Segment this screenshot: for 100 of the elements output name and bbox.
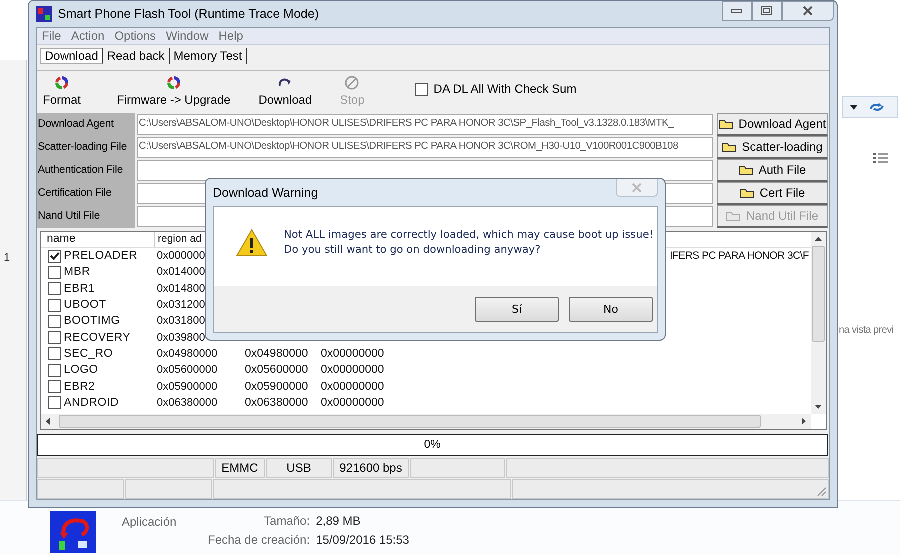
- checkbox[interactable]: [48, 347, 61, 360]
- table-cell-text: 0x00000000: [321, 396, 386, 409]
- field-label: Nand Util File: [37, 205, 135, 228]
- partition-name: BOOTIMG: [64, 315, 120, 328]
- folder-icon: [738, 164, 755, 176]
- left-arrow-icon: [45, 417, 51, 426]
- partition-name: RECOVERY: [64, 332, 131, 344]
- resize-grip-icon: [817, 487, 827, 497]
- folder-icon: [718, 118, 735, 130]
- status-cell: EMMC: [215, 458, 265, 478]
- up-arrow-icon: [814, 236, 823, 242]
- column-header[interactable]: name: [41, 232, 155, 247]
- no-button[interactable]: No: [569, 296, 653, 322]
- close-icon: [631, 182, 643, 192]
- checkbox[interactable]: [48, 266, 61, 279]
- menu-item[interactable]: Help: [218, 29, 244, 43]
- folder-icon: [726, 210, 742, 222]
- upgrade-button[interactable]: Firmware -> Upgrade: [117, 75, 231, 107]
- field-label: Download Agent: [37, 113, 135, 136]
- list-number: 1: [4, 252, 10, 264]
- menu-item[interactable]: Action: [71, 29, 105, 43]
- checkbox[interactable]: [48, 331, 61, 344]
- check-icon: [49, 250, 60, 262]
- table-cell-text: IFERS PC PARA HONOR 3C\F: [670, 250, 810, 262]
- partition-name: EBR2: [64, 380, 96, 393]
- table-cell-text: 0x031200: [156, 299, 206, 312]
- table-cell-text: 0x00000000: [321, 348, 386, 360]
- checkbox[interactable]: [48, 396, 61, 410]
- maximize-icon: [761, 6, 773, 16]
- maximize-button[interactable]: [752, 1, 782, 21]
- circular-arrows-icon: [54, 75, 70, 91]
- path-field[interactable]: C:\Users\ABSALOM-UNO\Desktop\HONOR ULISES\DRIFERS PC PARA HONOR 3C\SP_Flash_Tool_v3.1328.0.183\MTK_: [137, 114, 713, 135]
- tab[interactable]: Read back: [103, 48, 170, 64]
- table-cell-text: 0x000000: [156, 250, 206, 262]
- checkbox[interactable]: [48, 364, 61, 377]
- table-cell-text: 0x031800: [156, 315, 206, 328]
- folder-icon: [740, 188, 756, 198]
- tab[interactable]: Download: [40, 48, 104, 64]
- checkbox[interactable]: [48, 282, 61, 296]
- field-label: Certification File: [37, 182, 135, 205]
- circular-arrows-icon: [166, 75, 182, 91]
- browse-button[interactable]: Auth File: [717, 159, 828, 182]
- vertical-scrollbar[interactable]: [811, 232, 826, 414]
- partition-name: EBR1: [64, 282, 96, 295]
- checkbox-label: DA DL All With Check Sum: [434, 82, 577, 96]
- table-cell-text: 0x05900000: [156, 380, 219, 393]
- table-cell-text: 0x039800: [156, 332, 206, 344]
- status-cell: 921600 bps: [333, 458, 409, 478]
- browse-button[interactable]: Scatter-loading: [717, 136, 828, 159]
- table-cell-text: 0x06380000: [156, 396, 219, 409]
- detail-value: 15/09/2016 15:53: [316, 533, 410, 547]
- path-field[interactable]: C:\Users\ABSALOM-UNO\Desktop\HONOR ULISES\DRIFERS PC PARA HONOR 3C\ROM_H30-U10_V100R001C900B108: [137, 137, 713, 158]
- table-cell-text: 0x05600000: [245, 364, 310, 376]
- dialog-title: Download Warning: [213, 186, 318, 200]
- menu-item[interactable]: Options: [114, 29, 156, 43]
- checkbox[interactable]: [414, 82, 428, 96]
- minimize-button[interactable]: [722, 1, 752, 21]
- table-cell-text: 0x00000000: [321, 380, 386, 393]
- table-cell-text: 0x014000: [156, 266, 206, 278]
- partition-name: MBR: [64, 266, 90, 278]
- browse-button[interactable]: Cert File: [717, 182, 828, 205]
- download-button[interactable]: Download: [258, 75, 312, 107]
- table-cell-text: 0x04980000: [156, 348, 219, 360]
- view-icon: [872, 152, 890, 164]
- message-text: Not ALL images are correctly loaded, which may cause boot up issue!: [284, 228, 654, 243]
- warning-icon: [236, 228, 268, 258]
- folder-icon: [722, 142, 738, 152]
- refresh-icon: [869, 100, 885, 114]
- horizontal-scrollbar[interactable]: [41, 414, 811, 429]
- close-icon: [802, 6, 814, 16]
- checkbox[interactable]: [48, 298, 61, 312]
- field-label: Scatter-loading File: [37, 136, 135, 159]
- down-arrow-icon: [814, 404, 823, 410]
- tab[interactable]: Memory Test: [170, 48, 248, 64]
- yes-button[interactable]: Sí: [475, 296, 559, 322]
- menu-item[interactable]: File: [42, 29, 62, 43]
- format-button[interactable]: Format: [43, 75, 82, 107]
- preview-hint: na vista previ: [839, 325, 894, 336]
- app-icon: [50, 511, 96, 553]
- partition-name: ANDROID: [64, 396, 120, 409]
- partition-name: SEC_RO: [64, 348, 114, 360]
- table-cell-text: 0x05600000: [156, 364, 219, 376]
- progress-text: 0%: [424, 439, 441, 451]
- close-button[interactable]: [782, 1, 834, 21]
- table-cell-text: 0x05900000: [245, 380, 310, 393]
- table-cell-text: 0x06380000: [245, 396, 310, 409]
- caret-icon: [849, 102, 859, 112]
- right-arrow-icon: [801, 417, 807, 426]
- table-cell-text: 0x04980000: [245, 348, 310, 360]
- checkbox[interactable]: [48, 314, 61, 328]
- menu-item[interactable]: Window: [166, 29, 209, 43]
- partition-name: UBOOT: [64, 299, 106, 312]
- checkbox[interactable]: [48, 380, 61, 394]
- checkbox[interactable]: [48, 250, 61, 263]
- message-text: Do you still want to go on downloading anyway?: [284, 243, 542, 258]
- partition-name: PRELOADER: [64, 250, 138, 262]
- app-icon: [36, 6, 52, 22]
- detail-value: 2,89 MB: [316, 514, 362, 528]
- browse-button[interactable]: Download Agent: [717, 113, 828, 136]
- table-cell-text: 0x00000000: [321, 364, 386, 376]
